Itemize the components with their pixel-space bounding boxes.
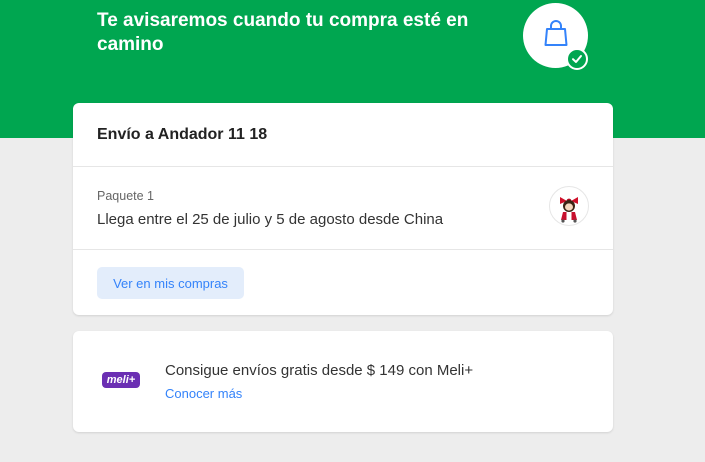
- product-thumbnail: [549, 186, 589, 226]
- view-purchases-button[interactable]: Ver en mis compras: [97, 267, 244, 299]
- banner-title: Te avisaremos cuando tu compra esté en c…: [97, 10, 469, 55]
- delivery-estimate: Llega entre el 25 de julio y 5 de agosto…: [97, 211, 444, 228]
- meli-plus-card: meli+ Consigue envíos gratis desde $ 149…: [73, 331, 613, 432]
- meli-plus-message: Consigue envíos gratis desde $ 149 con M…: [165, 362, 474, 379]
- divider: [73, 166, 613, 167]
- package-label: Paquete 1: [97, 189, 154, 203]
- learn-more-link[interactable]: Conocer más: [165, 386, 242, 401]
- check-icon: [566, 48, 588, 70]
- divider: [73, 249, 613, 250]
- shipment-title: Envío a Andador 11 18: [97, 126, 268, 143]
- meli-plus-logo: meli+: [102, 372, 140, 388]
- shopping-bag-icon: [541, 18, 571, 53]
- shipment-card: Envío a Andador 11 18 Paquete 1 Llega en…: [73, 103, 613, 315]
